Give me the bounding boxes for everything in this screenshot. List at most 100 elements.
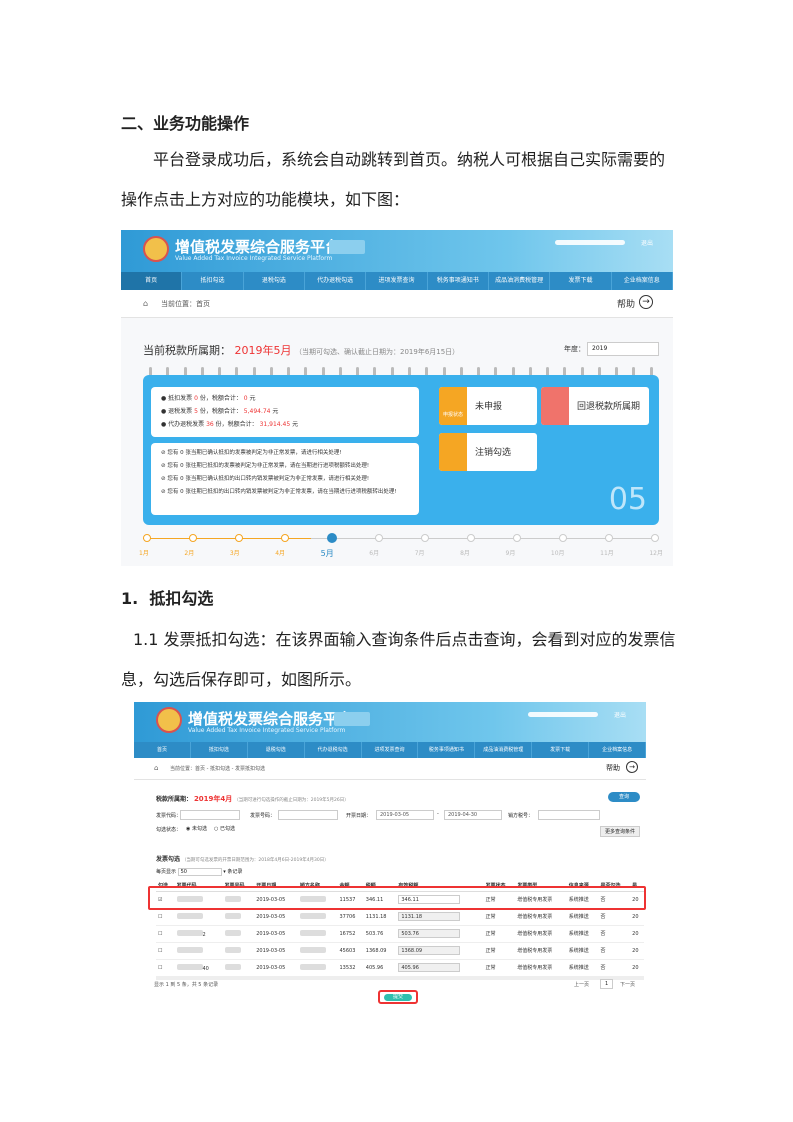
nav-download[interactable]: 发票下载	[550, 272, 612, 290]
month-label[interactable]: 4月	[275, 548, 285, 559]
month-label[interactable]: 10月	[551, 548, 565, 559]
horizontal-scrollbar[interactable]	[156, 976, 644, 980]
cell-valid-tax[interactable]: 503.76	[396, 925, 484, 943]
nav-notice[interactable]: 税务事项通知书	[418, 742, 476, 758]
next-page-link[interactable]: 下一页	[620, 981, 635, 988]
timeline-dots	[143, 533, 659, 543]
row-checkbox[interactable]: ☐	[156, 908, 175, 926]
submit-button[interactable]: 提交	[384, 994, 412, 1001]
month-label[interactable]: 7月	[415, 548, 425, 559]
cell-tax: 503.76	[363, 925, 397, 943]
month-label[interactable]: 3月	[230, 548, 240, 559]
taxpayer-name-blurred	[334, 712, 370, 726]
nav-home[interactable]: 首页	[134, 742, 191, 758]
month-dot[interactable]	[559, 534, 567, 542]
month-dot[interactable]	[143, 534, 151, 542]
period-label: 税款所属期：	[156, 796, 193, 803]
month-dot[interactable]	[235, 534, 243, 542]
cell-valid-tax[interactable]: 1368.09	[396, 942, 484, 960]
nav-home[interactable]: 首页	[121, 272, 183, 290]
month-dot[interactable]	[189, 534, 197, 542]
month-dot[interactable]	[513, 534, 521, 542]
month-dot[interactable]	[651, 534, 659, 542]
nav-invoice-query[interactable]: 进项发票查询	[366, 272, 428, 290]
cell-tax: 405.96	[363, 959, 397, 977]
user-info-blurred	[555, 240, 625, 245]
cell-type: 增值税专用发票	[515, 942, 567, 960]
month-dot[interactable]	[467, 534, 475, 542]
cell-valid-tax[interactable]: 1131.18	[396, 908, 484, 926]
platform-subtitle: Value Added Tax Invoice Integrated Servi…	[188, 727, 346, 734]
nav-invoice-query[interactable]: 进项发票查询	[362, 742, 419, 758]
nav-profile[interactable]: 企业档案信息	[612, 272, 673, 290]
cell-valid-tax[interactable]: 405.96	[396, 959, 484, 977]
row-checkbox[interactable]: ☐	[156, 959, 175, 977]
month-label-current[interactable]: 5月	[321, 548, 334, 559]
prev-page-link[interactable]: 上一页	[574, 981, 589, 988]
page-number[interactable]: 1	[600, 979, 614, 989]
nav-agent-refund[interactable]: 代办退税勾选	[305, 742, 362, 758]
exit-link[interactable]: 退出	[614, 710, 626, 719]
month-label[interactable]: 2月	[184, 548, 194, 559]
help-link[interactable]: 帮助	[606, 763, 620, 773]
code-blurred	[174, 908, 223, 926]
table-row[interactable]: ☐ 40 2019-03-05 13532 405.96 405.96 正常 增…	[156, 959, 644, 977]
month-dot[interactable]	[605, 534, 613, 542]
section-heading: 二、业务功能操作	[121, 114, 250, 133]
nav-download[interactable]: 发票下载	[532, 742, 590, 758]
help-link[interactable]: 帮助	[617, 297, 635, 310]
table-row[interactable]: ☐ 2019-03-05 45603 1368.09 1368.09 正常 增值…	[156, 942, 644, 960]
undeclared-button[interactable]: 申报状态 未申报	[439, 387, 537, 425]
nav-oil[interactable]: 成品油消费税管理	[489, 272, 551, 290]
cell-checked: 否	[598, 959, 631, 977]
cell-tax: 1131.18	[363, 908, 397, 926]
month-dot-current[interactable]	[327, 533, 337, 543]
notices-card: ⊘ 您有 0 张当期已确认抵扣的发票被判定为非正常发票，请进行相关处理! ⊘ 您…	[151, 443, 419, 515]
page-size-row: 每页显示 50 ▾ 条记录	[156, 868, 242, 876]
select-state-label: 勾选状态：	[156, 827, 182, 833]
year-select[interactable]: 2019	[587, 342, 659, 356]
exit-link[interactable]: 退出	[641, 238, 653, 247]
page-size-select[interactable]: 50	[177, 868, 222, 876]
month-label[interactable]: 6月	[369, 548, 379, 559]
month-dot[interactable]	[281, 534, 289, 542]
nav-refund[interactable]: 退税勾选	[244, 272, 305, 290]
invoice-code-input[interactable]	[180, 810, 240, 820]
month-label[interactable]: 8月	[460, 548, 470, 559]
month-label[interactable]: 11月	[600, 548, 614, 559]
invoice-date-label: 开票日期：	[346, 813, 372, 819]
month-label[interactable]: 12月	[649, 548, 663, 559]
month-dot[interactable]	[375, 534, 383, 542]
platform-subtitle: Value Added Tax Invoice Integrated Servi…	[175, 255, 333, 262]
month-label[interactable]: 1月	[139, 548, 149, 559]
cell-source: 系统推送	[566, 942, 599, 960]
nav-notice[interactable]: 税务事项通知书	[428, 272, 489, 290]
nav-oil[interactable]: 成品油消费税管理	[475, 742, 533, 758]
more-conditions-button[interactable]: 更多查询条件	[599, 826, 640, 837]
code-blurred	[174, 942, 223, 960]
nav-deduct[interactable]: 抵扣勾选	[182, 272, 244, 290]
nav-agent-refund[interactable]: 代办退税勾选	[305, 272, 367, 290]
date-to-input[interactable]: 2019-04-30	[444, 810, 502, 820]
arrow-right-icon[interactable]: →	[639, 295, 653, 309]
arrow-right-icon[interactable]: →	[626, 761, 638, 773]
radio-unselected[interactable]: ◉ 未勾选	[186, 825, 207, 832]
nav-deduct[interactable]: 抵扣勾选	[191, 742, 248, 758]
month-dot[interactable]	[421, 534, 429, 542]
query-button[interactable]: 查询	[608, 792, 640, 802]
rollback-period-button[interactable]: 回退税款所属期	[541, 387, 649, 425]
month-label[interactable]: 9月	[506, 548, 516, 559]
row-checkbox[interactable]: ☐	[156, 925, 175, 943]
chevron-down-icon[interactable]: ▾	[223, 869, 226, 875]
invoice-no-input[interactable]	[278, 810, 338, 820]
table-row[interactable]: ☐ 2019-03-05 37706 1131.18 1131.18 正常 增值…	[156, 908, 644, 926]
seller-tax-input[interactable]	[538, 810, 600, 820]
date-from-input[interactable]: 2019-03-05	[376, 810, 434, 820]
seller-blurred	[297, 942, 338, 960]
nav-refund[interactable]: 退税勾选	[248, 742, 305, 758]
table-row[interactable]: ☐ 2 2019-03-05 16752 503.76 503.76 正常 增值…	[156, 925, 644, 943]
radio-selected[interactable]: ○ 已勾选	[214, 825, 235, 832]
row-checkbox[interactable]: ☐	[156, 942, 175, 960]
nav-profile[interactable]: 企业档案信息	[589, 742, 646, 758]
cancel-selection-button[interactable]: 注销勾选	[439, 433, 537, 471]
